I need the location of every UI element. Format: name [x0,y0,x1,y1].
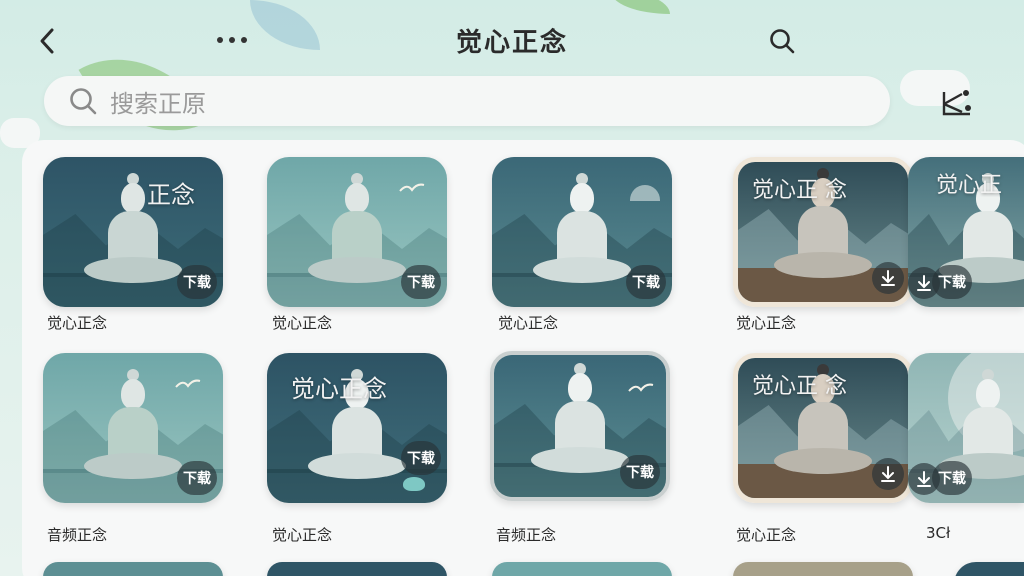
top-bar: 觉心正念 [0,0,1024,80]
meditation-card[interactable] [267,562,447,576]
card-caption: 音频正念 [496,526,557,544]
card-caption: 3Cł [926,524,951,542]
meditation-card[interactable]: 觉心正 念 [733,157,913,307]
download-icon [917,471,931,487]
search-icon [770,29,795,54]
meditation-card[interactable] [733,562,913,576]
search-icon [70,88,97,115]
card-caption: 音频正念 [47,526,108,544]
download-badge[interactable]: 下载 [626,265,666,299]
meditation-card[interactable] [954,562,1024,576]
meditation-card[interactable]: 觉心正念 下载 [267,353,447,503]
meditation-card[interactable] [492,562,672,576]
card-caption: 觉心正念 [272,526,333,544]
meditation-card[interactable]: 下载 [490,351,670,501]
meditation-card[interactable]: 觉心正 下载 [908,157,1024,307]
search-input[interactable]: 搜索正原 [110,84,206,119]
share-button[interactable] [936,84,978,122]
card-caption: 觉心正念 [498,314,559,332]
download-badge[interactable]: 下载 [401,441,441,475]
meditation-card[interactable]: 正念 下载 [43,157,223,307]
download-button[interactable] [872,262,904,294]
download-badge[interactable]: 下载 [401,265,441,299]
download-badge[interactable]: 下载 [932,461,972,495]
card-overlay-text: 觉心正 [936,173,1003,198]
card-caption: 觉心正念 [47,314,108,332]
meditation-card[interactable]: 下载 [908,353,1024,503]
card-caption: 觉心正念 [736,314,797,332]
meditation-card[interactable] [43,562,223,576]
meditation-card[interactable]: 下载 [43,353,223,503]
card-overlay-text: 觉心正念 [291,375,387,403]
meditation-card[interactable]: 下载 [492,157,672,307]
card-overlay-text: 正念 [147,181,195,209]
share-icon [942,90,971,116]
lotus-icon [403,477,425,491]
search-button[interactable] [764,24,800,58]
download-badge[interactable]: 下载 [177,461,217,495]
meditation-card[interactable]: 觉心正 念 [733,353,913,503]
card-overlay-text: 觉心正 念 [752,178,847,203]
bird-icon [175,379,201,388]
download-icon [881,466,895,482]
card-caption: 觉心正念 [272,314,333,332]
card-caption: 觉心正念 [736,526,797,544]
download-icon [881,270,895,286]
bird-icon [628,383,654,392]
download-badge[interactable]: 下载 [177,265,217,299]
download-badge[interactable]: 下载 [620,455,660,489]
meditation-card[interactable]: 下载 [267,157,447,307]
page-title: 觉心正念 [455,28,568,58]
download-badge[interactable]: 下载 [932,265,972,299]
search-bar[interactable]: 搜索正原 [44,76,890,126]
bird-icon [399,183,425,192]
download-icon [917,275,931,291]
download-button[interactable] [872,458,904,490]
card-overlay-text: 觉心正 念 [752,374,847,399]
